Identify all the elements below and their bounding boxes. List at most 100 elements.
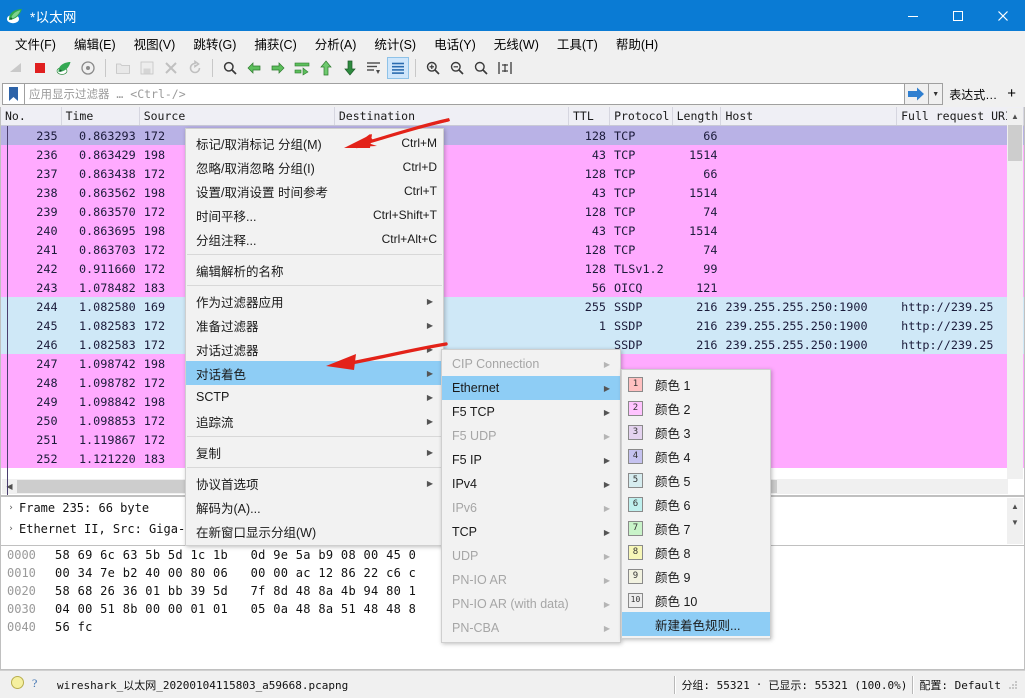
- capture-help-icon[interactable]: ?: [28, 675, 43, 695]
- packet-list-vertical-scrollbar[interactable]: ▲: [1007, 108, 1023, 479]
- minimize-button[interactable]: [890, 0, 935, 31]
- open-file-icon[interactable]: [112, 57, 134, 79]
- packet-row[interactable]: 2431.078482183456OICQ121: [1, 278, 1024, 297]
- vertical-scroll-thumb[interactable]: [1008, 125, 1022, 161]
- zoom-out-icon[interactable]: [446, 57, 468, 79]
- ctx-edit-resolved-name[interactable]: 编辑解析的名称: [186, 258, 443, 282]
- go-last-packet-icon[interactable]: [339, 57, 361, 79]
- expert-info-icon[interactable]: [10, 675, 25, 695]
- column-header-host[interactable]: Host: [721, 107, 898, 125]
- close-button[interactable]: [980, 0, 1025, 31]
- ethernet-color-submenu[interactable]: 1 颜色 1 2 颜色 2 3 颜色 3 4 颜色 4 5 颜色 5 6 颜色 6 7 颜色 7 8 颜色 8…: [621, 369, 771, 639]
- scroll-up-arrow-icon[interactable]: ▲: [1007, 108, 1023, 124]
- color-rule-8[interactable]: 8 颜色 8: [622, 540, 770, 564]
- color-rule-6[interactable]: 6 颜色 6: [622, 492, 770, 516]
- packet-row[interactable]: 2380.863562198443TCP1514: [1, 183, 1024, 202]
- color-rule-5[interactable]: 5 颜色 5: [622, 468, 770, 492]
- expand-caret-icon[interactable]: ›: [3, 524, 19, 534]
- ctx-protocol-preferences[interactable]: 协议首选项 ▶: [186, 471, 443, 495]
- ctx-colorize-conversation[interactable]: 对话着色 ▶: [186, 361, 443, 385]
- packet-row[interactable]: 2360.863429198443TCP1514: [1, 145, 1024, 164]
- color-rule-2[interactable]: 2 颜色 2: [622, 396, 770, 420]
- stop-capture-icon[interactable]: [29, 57, 51, 79]
- maximize-button[interactable]: [935, 0, 980, 31]
- go-first-packet-icon[interactable]: [315, 57, 337, 79]
- go-forward-icon[interactable]: [267, 57, 289, 79]
- resize-grip-icon[interactable]: [1007, 678, 1021, 692]
- color-rule-1[interactable]: 1 颜色 1: [622, 372, 770, 396]
- restart-capture-icon[interactable]: [53, 57, 75, 79]
- menu-tools[interactable]: 工具(T): [548, 31, 607, 56]
- detail-vertical-scrollbar[interactable]: ▲ ▼: [1007, 498, 1023, 544]
- ctx-copy[interactable]: 复制 ▶: [186, 440, 443, 464]
- start-capture-icon[interactable]: [5, 57, 27, 79]
- resize-columns-icon[interactable]: [494, 57, 516, 79]
- ctx-apply-as-filter[interactable]: 作为过滤器应用 ▶: [186, 289, 443, 313]
- auto-scroll-icon[interactable]: [363, 57, 385, 79]
- packet-row[interactable]: 2390.86357017204128TCP74: [1, 202, 1024, 221]
- detail-scroll-up-icon[interactable]: ▲: [1007, 498, 1023, 514]
- ctx-conversation-filter[interactable]: 对话过滤器 ▶: [186, 337, 443, 361]
- menu-analyze[interactable]: 分析(A): [306, 31, 366, 56]
- submenu-ethernet[interactable]: Ethernet ▶: [442, 376, 620, 400]
- zoom-in-icon[interactable]: [422, 57, 444, 79]
- column-header-protocol[interactable]: Protocol: [610, 107, 673, 125]
- column-header-ttl[interactable]: TTL: [569, 107, 611, 125]
- menu-help[interactable]: 帮助(H): [607, 31, 667, 56]
- colorize-icon[interactable]: [387, 57, 409, 79]
- packet-row[interactable]: 2441.082580169250255SSDP216239.255.255.2…: [1, 297, 1024, 316]
- display-filter-input[interactable]: 应用显示过滤器 … <Ctrl-/>: [24, 83, 906, 105]
- submenu-f5-tcp[interactable]: F5 TCP ▶: [442, 400, 620, 424]
- packet-row[interactable]: 2400.863695198443TCP1514: [1, 221, 1024, 240]
- column-header-length[interactable]: Length: [673, 107, 722, 125]
- ctx-packet-comment[interactable]: 分组注释... Ctrl+Alt+C: [186, 227, 443, 251]
- submenu-f5-ip[interactable]: F5 IP ▶: [442, 448, 620, 472]
- ctx-sctp[interactable]: SCTP ▶: [186, 385, 443, 409]
- packet-row[interactable]: 2370.86343817204128TCP66: [1, 164, 1024, 183]
- filter-history-dropdown[interactable]: ▼: [929, 83, 944, 105]
- ctx-time-reference[interactable]: 设置/取消设置 时间参考 Ctrl+T: [186, 179, 443, 203]
- apply-filter-arrow-icon[interactable]: [905, 83, 930, 105]
- save-file-icon[interactable]: [136, 57, 158, 79]
- column-header-no[interactable]: No.: [1, 107, 62, 125]
- menu-wireless[interactable]: 无线(W): [485, 31, 548, 56]
- ctx-ignore-packet[interactable]: 忽略/取消忽略 分组(I) Ctrl+D: [186, 155, 443, 179]
- menu-view[interactable]: 视图(V): [125, 31, 185, 56]
- new-coloring-rule[interactable]: 新建着色规则...: [622, 612, 770, 636]
- zoom-reset-icon[interactable]: [470, 57, 492, 79]
- colorize-conversation-submenu[interactable]: CIP Connection ▶ Ethernet ▶ F5 TCP ▶ F5 UDP ▶ F5…: [441, 349, 621, 643]
- ctx-mark-packet[interactable]: 标记/取消标记 分组(M) Ctrl+M: [186, 131, 443, 155]
- ctx-decode-as[interactable]: 解码为(A)...: [186, 495, 443, 519]
- column-header-time[interactable]: Time: [62, 107, 140, 125]
- menu-capture[interactable]: 捕获(C): [245, 31, 305, 56]
- reload-file-icon[interactable]: [184, 57, 206, 79]
- add-filter-button[interactable]: +: [1003, 85, 1023, 104]
- packet-row[interactable]: 2451.0825831722501SSDP216239.255.255.250…: [1, 316, 1024, 335]
- capture-options-icon[interactable]: [77, 57, 99, 79]
- ctx-show-packet-new-window[interactable]: 在新窗口显示分组(W): [186, 519, 443, 543]
- scroll-left-arrow-icon[interactable]: ◀: [2, 479, 17, 494]
- detail-scroll-down-icon[interactable]: ▼: [1007, 514, 1023, 530]
- column-header-source[interactable]: Source: [140, 107, 335, 125]
- color-rule-9[interactable]: 9 颜色 9: [622, 564, 770, 588]
- menu-telephony[interactable]: 电话(Y): [425, 31, 485, 56]
- status-profile[interactable]: 配置: Default: [919, 677, 1001, 693]
- ctx-time-shift[interactable]: 时间平移... Ctrl+Shift+T: [186, 203, 443, 227]
- packet-row[interactable]: 2420.9116601722128TLSv1.299: [1, 259, 1024, 278]
- menu-statistics[interactable]: 统计(S): [365, 31, 425, 56]
- menu-file[interactable]: 文件(F): [6, 31, 65, 56]
- column-header-full-request-uri[interactable]: Full request URI: [897, 107, 1024, 125]
- menu-go[interactable]: 跳转(G): [184, 31, 245, 56]
- expand-caret-icon[interactable]: ›: [3, 503, 19, 513]
- submenu-tcp[interactable]: TCP ▶: [442, 520, 620, 544]
- menu-edit[interactable]: 编辑(E): [65, 31, 125, 56]
- filter-expression-button[interactable]: 表达式…: [943, 86, 1003, 103]
- packet-context-menu[interactable]: 标记/取消标记 分组(M) Ctrl+M 忽略/取消忽略 分组(I) Ctrl+D 设置…: [185, 128, 444, 546]
- packet-row[interactable]: 2350.86329317204128TCP66: [1, 126, 1024, 145]
- color-rule-4[interactable]: 4 颜色 4: [622, 444, 770, 468]
- go-back-icon[interactable]: [243, 57, 265, 79]
- go-to-packet-icon[interactable]: [291, 57, 313, 79]
- bookmark-icon[interactable]: [2, 83, 24, 105]
- packet-row[interactable]: 2410.86370317204128TCP74: [1, 240, 1024, 259]
- close-file-icon[interactable]: [160, 57, 182, 79]
